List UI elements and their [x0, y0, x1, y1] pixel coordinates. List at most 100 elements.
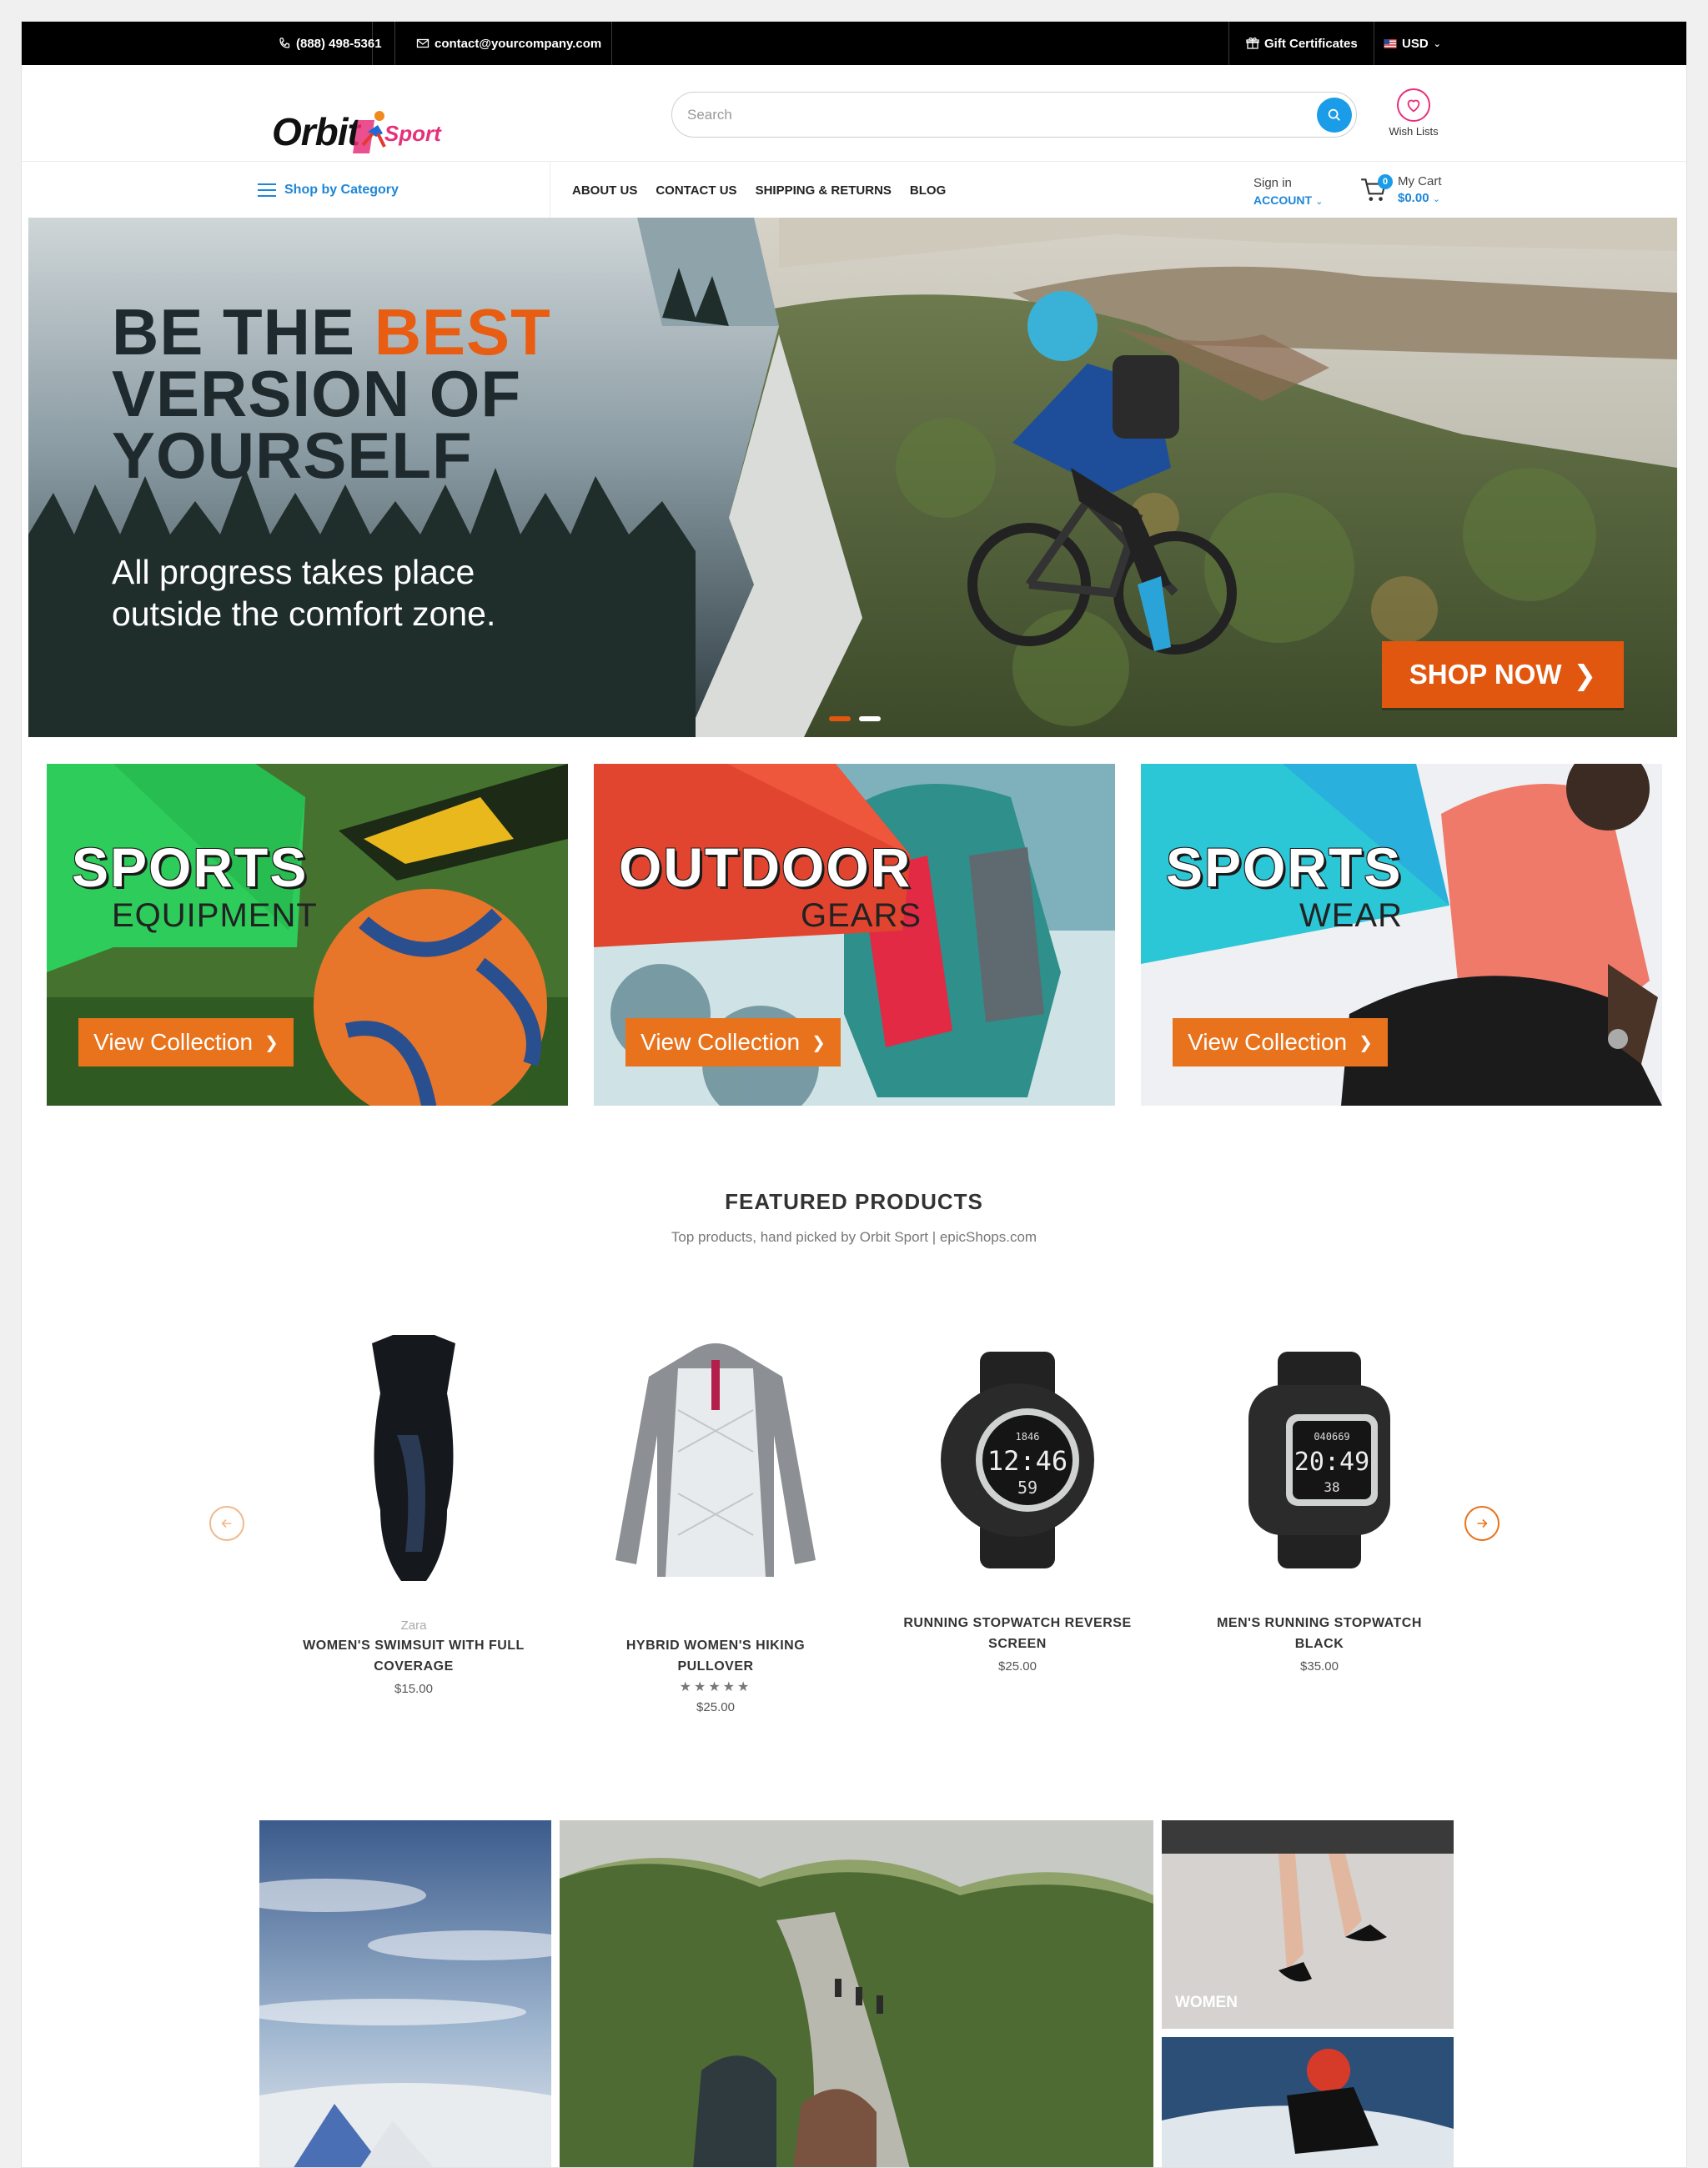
chevron-down-icon: ⌄ — [1432, 194, 1440, 204]
shop-now-label: SHOP NOW — [1409, 659, 1562, 690]
cyclist-image — [1162, 2037, 1454, 2167]
sky-tent-image — [259, 1820, 551, 2167]
account-menu[interactable]: Sign in ACCOUNT ⌄ — [1253, 175, 1323, 210]
stopwatch-reverse-image: 1846 12:46 59 — [941, 1352, 1094, 1568]
nav-link-about-us[interactable]: ABOUT US — [572, 183, 637, 198]
cart-link[interactable]: 0 My Cart $0.00 ⌄ — [1359, 173, 1442, 208]
top-bar-divider — [394, 22, 395, 65]
arrow-left-icon — [221, 1518, 232, 1528]
swimsuit-image — [372, 1335, 455, 1581]
cart-amount: $0.00 — [1398, 191, 1429, 205]
product-card[interactable]: HYBRID WOMEN'S HIKING PULLOVER ★★★★★ $25… — [595, 1322, 836, 1714]
hero-banner: BE THE BEST VERSION OF YOURSELF All prog… — [28, 218, 1677, 737]
phone-icon — [279, 38, 290, 48]
cart-count-badge: 0 — [1378, 173, 1393, 189]
hikers-mountain-image — [560, 1820, 1153, 2167]
sign-in-label: Sign in — [1253, 176, 1292, 190]
chevron-right-icon: ❯ — [1359, 1033, 1373, 1052]
wishlist-label: Wish Lists — [1389, 125, 1439, 138]
main-nav: Shop by Category ABOUT US CONTACT US SHI… — [22, 161, 1686, 218]
gallery-label-women: WOMEN — [1175, 1994, 1238, 2011]
gallery-image-sky-tent[interactable] — [259, 1820, 551, 2167]
chevron-down-icon: ⌄ — [1433, 38, 1441, 49]
view-collection-label: View Collection — [1188, 1029, 1348, 1055]
account-label: ACCOUNT — [1253, 193, 1312, 207]
gift-certificates-link[interactable]: Gift Certificates — [1246, 22, 1358, 65]
shop-now-button[interactable]: SHOP NOW ❯ — [1382, 641, 1624, 708]
nav-link-blog[interactable]: BLOG — [910, 183, 946, 198]
cart-label: My Cart — [1398, 174, 1442, 188]
product-name[interactable]: RUNNING STOPWATCH REVERSE SCREEN — [897, 1613, 1138, 1654]
nav-link-shipping-returns[interactable]: SHIPPING & RETURNS — [756, 183, 892, 198]
top-bar: (888) 498-5361 contact@yourcompany.com G… — [22, 22, 1686, 65]
carousel-next-button[interactable] — [1464, 1506, 1500, 1541]
chevron-right-icon: ❯ — [811, 1033, 826, 1052]
nav-links: ABOUT US CONTACT US SHIPPING & RETURNS B… — [572, 162, 946, 218]
stopwatch-black-image: 040669 20:49 38 — [1248, 1352, 1390, 1568]
category-title: OUTDOOR — [619, 836, 912, 898]
product-card[interactable]: Zara WOMEN'S SWIMSUIT WITH FULL COVERAGE… — [293, 1322, 535, 1696]
nav-link-contact-us[interactable]: CONTACT US — [656, 183, 736, 198]
hamburger-menu-icon — [258, 183, 276, 197]
site-logo[interactable]: Orbit Sport — [272, 98, 441, 165]
logo-wordmark: Orbit — [272, 110, 360, 153]
product-image[interactable] — [293, 1322, 535, 1598]
search-input[interactable] — [687, 103, 1271, 128]
hero-headline-line-3: YOURSELF — [112, 419, 473, 492]
wishlist-link[interactable]: Wish Lists — [1380, 88, 1447, 138]
chevron-down-icon: ⌄ — [1315, 197, 1324, 207]
product-name[interactable]: WOMEN'S SWIMSUIT WITH FULL COVERAGE — [293, 1635, 535, 1677]
category-tile-sports-equipment[interactable]: SPORTS EQUIPMENT View Collection ❯ — [47, 764, 568, 1106]
category-subtitle: EQUIPMENT — [112, 897, 318, 934]
hero-subline: All progress takes place outside the com… — [112, 553, 496, 633]
logo-subtitle: Sport — [384, 120, 441, 146]
product-image[interactable]: 040669 20:49 38 — [1198, 1322, 1440, 1598]
category-tile-outdoor-gears[interactable]: OUTDOOR GEARS View Collection ❯ — [594, 764, 1115, 1106]
chevron-right-icon: ❯ — [1573, 659, 1597, 690]
product-price: $25.00 — [998, 1659, 1037, 1674]
gallery-image-cyclist[interactable] — [1162, 2037, 1454, 2167]
shop-by-category-label: Shop by Category — [284, 183, 399, 197]
chevron-right-icon: ❯ — [264, 1033, 279, 1052]
view-collection-button[interactable]: View Collection ❯ — [625, 1018, 841, 1066]
runner-logo-icon — [352, 111, 386, 153]
gallery-image-women[interactable]: WOMEN — [1162, 1820, 1454, 2029]
view-collection-label: View Collection — [640, 1029, 801, 1055]
product-image[interactable] — [595, 1322, 836, 1598]
view-collection-button[interactable]: View Collection ❯ — [78, 1018, 294, 1066]
watch-date: 040669 — [1314, 1431, 1349, 1443]
shop-by-category-button[interactable]: Shop by Category — [258, 162, 399, 218]
phone-link[interactable]: (888) 498-5361 — [278, 22, 382, 65]
category-tile-sports-wear[interactable]: SPORTS WEAR View Collection ❯ — [1141, 764, 1662, 1106]
product-card[interactable]: 040669 20:49 38 MEN'S RUNNING STOPWATCH … — [1198, 1322, 1440, 1674]
gallery-image-hikers[interactable] — [560, 1820, 1153, 2167]
product-name[interactable]: HYBRID WOMEN'S HIKING PULLOVER — [595, 1635, 836, 1677]
slider-dot[interactable] — [829, 716, 851, 721]
email-link[interactable]: contact@yourcompany.com — [416, 22, 601, 65]
view-collection-label: View Collection — [93, 1029, 254, 1055]
product-price: $15.00 — [394, 1682, 433, 1696]
us-flag-icon — [1384, 38, 1397, 48]
watch-date: 1846 — [1016, 1431, 1040, 1443]
category-title: SPORTS — [72, 836, 309, 898]
product-brand — [595, 1618, 836, 1635]
carousel-prev-button[interactable] — [209, 1506, 244, 1541]
top-bar-divider — [1228, 22, 1229, 65]
view-collection-button[interactable]: View Collection ❯ — [1173, 1018, 1388, 1066]
product-name[interactable]: MEN'S RUNNING STOPWATCH BLACK — [1198, 1613, 1440, 1654]
product-brand: Zara — [400, 1618, 427, 1633]
product-image[interactable]: 1846 12:46 59 — [897, 1322, 1138, 1598]
product-price: $25.00 — [696, 1700, 735, 1714]
mail-icon — [416, 38, 430, 48]
search-icon — [1328, 108, 1340, 121]
watch-seconds: 59 — [1017, 1478, 1037, 1498]
product-card[interactable]: 1846 12:46 59 RUNNING STOPWATCH REVERSE … — [897, 1322, 1138, 1674]
watch-time: 12:46 — [987, 1445, 1068, 1477]
currency-selector[interactable]: USD ⌄ — [1384, 22, 1441, 65]
page-frame: (888) 498-5361 contact@yourcompany.com G… — [21, 21, 1687, 2168]
slider-dot[interactable] — [859, 716, 881, 721]
featured-products-subtitle: Top products, hand picked by Orbit Sport… — [671, 1229, 1037, 1245]
phone-number: (888) 498-5361 — [296, 36, 382, 51]
search-button[interactable] — [1317, 98, 1352, 133]
slider-pagination — [829, 716, 881, 721]
